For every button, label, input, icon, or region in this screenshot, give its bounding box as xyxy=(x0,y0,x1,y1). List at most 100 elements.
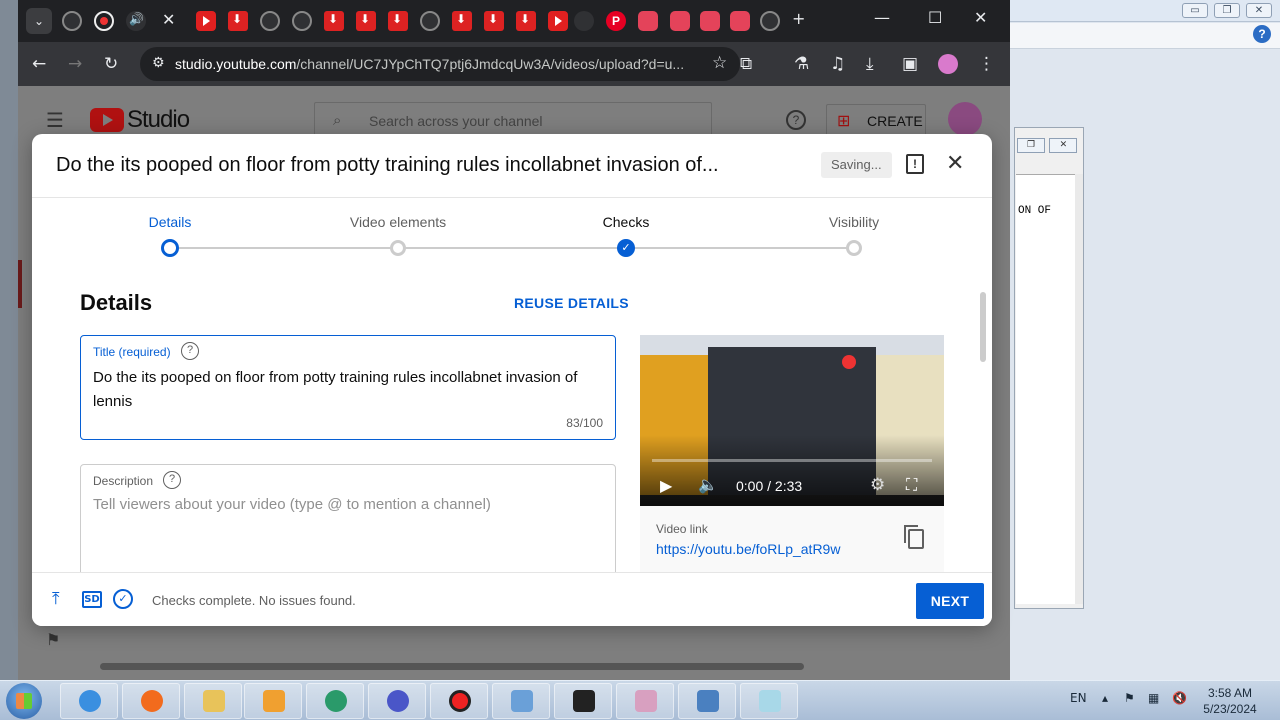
title-field[interactable]: Title (required) ? Do the its pooped on … xyxy=(80,335,616,440)
minimize-icon[interactable]: — xyxy=(874,8,890,27)
download-icon[interactable]: ⤓ xyxy=(866,54,874,74)
minimize-icon[interactable]: ▭ xyxy=(1182,3,1208,18)
tab-download-icon[interactable] xyxy=(324,11,344,31)
channel-avatar[interactable] xyxy=(948,102,982,136)
title-input[interactable]: Do the its pooped on floor from potty tr… xyxy=(93,366,603,414)
tab-youtube-icon[interactable] xyxy=(196,11,216,31)
step-checks[interactable]: Checks xyxy=(603,214,650,230)
settings-gear-icon[interactable]: ⚙ xyxy=(870,475,885,495)
play-icon[interactable]: ▶ xyxy=(660,476,672,495)
step-visibility[interactable]: Visibility xyxy=(829,214,879,230)
tab-close-icon[interactable]: ✕ xyxy=(162,10,175,29)
tab-app-icon[interactable] xyxy=(638,11,658,31)
tab-download-icon[interactable] xyxy=(356,11,376,31)
close-dialog-icon[interactable]: ✕ xyxy=(946,151,964,176)
media-control-icon[interactable]: ♫ xyxy=(830,54,845,74)
studio-logo[interactable]: Studio xyxy=(90,106,190,134)
close-icon[interactable]: ✕ xyxy=(1246,3,1272,18)
menu-icon[interactable]: ☰ xyxy=(46,108,64,132)
tab-globe-icon[interactable] xyxy=(62,11,82,31)
step-video-elements[interactable]: Video elements xyxy=(350,214,446,230)
studio-search-input[interactable]: ⌕ Search across your channel xyxy=(314,102,712,138)
back-icon[interactable]: ← xyxy=(32,54,46,74)
feedback-icon[interactable]: ⚑ xyxy=(46,630,60,649)
dialog-scrollbar[interactable] xyxy=(980,284,986,574)
action-center-flag-icon[interactable]: ⚑ xyxy=(1124,691,1135,705)
tab-app-icon[interactable] xyxy=(670,11,690,31)
taskbar-ie[interactable] xyxy=(60,683,118,719)
address-bar[interactable]: ⚙ studio.youtube.com/channel/UC7JYpChTQ7… xyxy=(140,47,740,81)
step-visibility-dot[interactable] xyxy=(846,240,862,256)
tab-globe-icon[interactable] xyxy=(760,11,780,31)
description-input[interactable]: Tell viewers about your video (type @ to… xyxy=(93,496,491,513)
taskbar-app-green[interactable] xyxy=(306,683,364,719)
bookmark-star-icon[interactable]: ☆ xyxy=(712,53,727,73)
checks-complete-icon[interactable]: ✓ xyxy=(113,589,133,609)
upload-icon[interactable]: ⤒ xyxy=(52,589,60,609)
tab-globe-icon[interactable] xyxy=(292,11,312,31)
browser-menu-icon[interactable]: ⋮ xyxy=(978,54,995,74)
side-panel-icon[interactable]: ▣ xyxy=(902,54,918,74)
taskbar-explorer[interactable] xyxy=(184,683,242,719)
language-indicator[interactable]: EN xyxy=(1070,691,1087,705)
tab-audio-icon[interactable]: 🔊 xyxy=(126,11,146,31)
taskbar-paint[interactable] xyxy=(616,683,674,719)
start-button[interactable] xyxy=(6,683,42,719)
tab-search-icon[interactable]: ⌄ xyxy=(26,8,52,34)
tab-download-icon[interactable] xyxy=(452,11,472,31)
lab-flask-icon[interactable]: ⚗ xyxy=(794,54,809,74)
scrollbar-thumb[interactable] xyxy=(980,292,986,362)
taskbar-media[interactable] xyxy=(244,683,302,719)
step-video-elements-dot[interactable] xyxy=(390,240,406,256)
network-icon[interactable]: ▦ xyxy=(1148,691,1159,705)
volume-icon[interactable]: 🔈 xyxy=(698,475,718,494)
taskbar-recorder[interactable] xyxy=(430,683,488,719)
video-progress-bar[interactable] xyxy=(652,459,932,462)
tab-pinterest-icon[interactable]: P xyxy=(606,11,626,31)
help-icon[interactable]: ? xyxy=(786,110,806,130)
taskbar-firefox[interactable] xyxy=(122,683,180,719)
sd-quality-icon[interactable]: SD xyxy=(82,591,102,608)
taskbar-network-app[interactable] xyxy=(492,683,550,719)
profile-avatar[interactable] xyxy=(938,54,958,74)
create-button[interactable]: ⊞ CREATE xyxy=(826,104,926,136)
tab-globe-icon[interactable] xyxy=(260,11,280,31)
help-icon[interactable]: ? xyxy=(163,471,181,489)
reuse-details-button[interactable]: REUSE DETAILS xyxy=(514,295,629,311)
horizontal-scrollbar[interactable] xyxy=(100,663,804,670)
tab-download-icon[interactable] xyxy=(388,11,408,31)
description-field[interactable]: Description ? Tell viewers about your vi… xyxy=(80,464,616,584)
scrollbar[interactable] xyxy=(1075,174,1083,604)
help-icon[interactable]: ? xyxy=(181,342,199,360)
step-checks-check-icon[interactable]: ✓ xyxy=(617,239,635,257)
forward-icon[interactable]: → xyxy=(68,54,82,74)
video-player[interactable]: ▶ 🔈 0:00 / 2:33 ⚙ ⛶ xyxy=(640,335,944,506)
tab-download-icon[interactable] xyxy=(484,11,504,31)
tab-globe-icon[interactable] xyxy=(420,11,440,31)
new-tab-icon[interactable]: + xyxy=(792,9,805,28)
restore-icon[interactable]: ❐ xyxy=(1017,138,1045,153)
report-icon[interactable]: ! xyxy=(906,154,924,174)
site-info-icon[interactable]: ⚙ xyxy=(152,55,165,71)
taskbar-screenshot[interactable] xyxy=(678,683,736,719)
restore-icon[interactable]: ❐ xyxy=(1214,3,1240,18)
tab-record-icon[interactable] xyxy=(94,11,114,31)
taskbar-notepad[interactable] xyxy=(740,683,798,719)
tab-app-icon[interactable] xyxy=(730,11,750,31)
show-hidden-icons-icon[interactable]: ▴ xyxy=(1102,691,1108,705)
tab-download-icon[interactable] xyxy=(228,11,248,31)
url-text[interactable]: studio.youtube.com/channel/UC7JYpChTQ7pt… xyxy=(175,56,684,72)
system-clock[interactable]: 3:58 AM 5/23/2024 xyxy=(1194,685,1266,717)
close-window-icon[interactable]: ✕ xyxy=(974,8,987,27)
video-link[interactable]: https://youtu.be/foRLp_atR9w xyxy=(656,541,840,557)
fullscreen-icon[interactable]: ⛶ xyxy=(906,475,917,495)
tab-app-icon[interactable] xyxy=(700,11,720,31)
tab-extension-icon[interactable] xyxy=(574,11,594,31)
help-icon[interactable]: ? xyxy=(1253,25,1271,43)
tab-youtube-icon[interactable] xyxy=(548,11,568,31)
copy-link-icon[interactable] xyxy=(904,525,924,549)
step-details-dot[interactable] xyxy=(161,239,179,257)
next-button[interactable]: NEXT xyxy=(916,583,984,619)
taskbar-app-blue[interactable] xyxy=(368,683,426,719)
taskbar-video-editor[interactable] xyxy=(554,683,612,719)
